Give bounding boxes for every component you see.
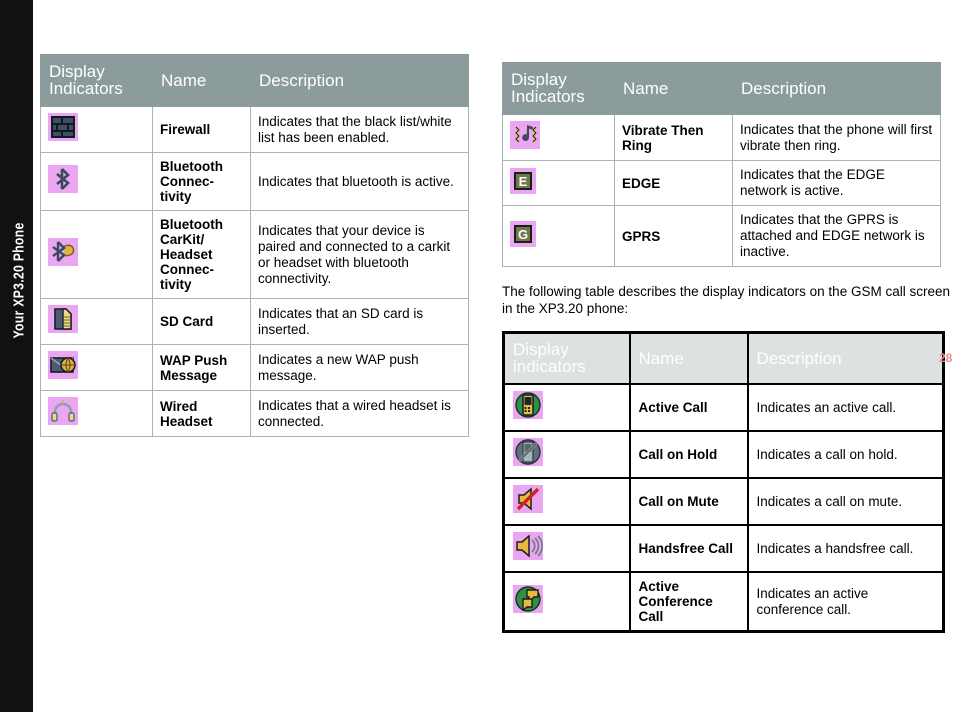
indicator-name: WAP Push Message — [152, 344, 251, 391]
indicator-name: Call on Mute — [628, 477, 749, 526]
display-indicators-table-right-top: Display Indicators Name Description Vibr… — [502, 62, 941, 267]
table-row: SD Card Indicates that an SD card is ins… — [40, 298, 469, 345]
table-row: Vibrate Then Ring Indicates that the pho… — [502, 114, 941, 161]
call-on-hold-icon — [513, 438, 543, 466]
indicator-name: Call on Hold — [628, 430, 749, 479]
active-call-icon — [513, 391, 543, 419]
indicator-icon-cell — [40, 390, 153, 437]
bluetooth-carkit-headset-icon — [48, 238, 78, 266]
header-name: Name — [614, 62, 733, 115]
header-name: Name — [628, 331, 749, 385]
wired-headset-icon — [48, 397, 78, 425]
indicator-name: EDGE — [614, 160, 733, 206]
wap-push-message-icon — [48, 351, 78, 379]
indicator-description: Indicates that the EDGE network is activ… — [732, 160, 941, 206]
indicator-name: Active Call — [628, 383, 749, 432]
table-row: Handsfree Call Indicates a handsfree cal… — [502, 524, 945, 573]
svg-text:E: E — [519, 174, 528, 189]
indicator-icon-cell — [40, 344, 153, 391]
indicator-description: Indicates a call on mute. — [746, 477, 945, 526]
gsm-call-indicators-table: Display indicators Name Description Acti… — [502, 331, 945, 633]
indicator-icon-cell — [502, 430, 631, 479]
display-indicators-table-left: Display Indicators Name Description Fire… — [40, 54, 469, 437]
indicator-description: Indicates that the black list/white list… — [250, 106, 469, 153]
header-display-line1: Display — [513, 340, 569, 359]
indicator-icon-cell: E — [502, 160, 615, 206]
header-display-indicators: Display Indicators — [502, 62, 615, 115]
table-row: Bluetooth CarKit/ Headset Connec-tivity … — [40, 210, 469, 299]
indicator-icon-cell — [502, 571, 631, 633]
indicator-name: Bluetooth CarKit/ Headset Connec-tivity — [152, 210, 251, 299]
svg-text:G: G — [518, 227, 528, 242]
indicator-name: Vibrate Then Ring — [614, 114, 733, 161]
header-description: Description — [746, 331, 945, 385]
gprs-icon: G — [510, 220, 536, 247]
table-header-row: Display Indicators Name Description — [502, 62, 941, 115]
table-row: Call on Hold Indicates a call on hold. — [502, 430, 945, 479]
table-row: WAP Push Message Indicates a new WAP pus… — [40, 344, 469, 391]
indicator-name: Wired Headset — [152, 390, 251, 437]
indicator-name: Active Conference Call — [628, 571, 749, 633]
header-description: Description — [732, 62, 941, 115]
sd-card-icon — [48, 305, 78, 333]
table-row: Call on Mute Indicates a call on mute. — [502, 477, 945, 526]
indicator-description: Indicates that the phone will first vibr… — [732, 114, 941, 161]
bluetooth-icon — [48, 165, 78, 193]
table-row: Active Conference Call Indicates an acti… — [502, 571, 945, 633]
indicator-name: SD Card — [152, 298, 251, 345]
table-row: Active Call Indicates an active call. — [502, 383, 945, 432]
indicator-name: Firewall — [152, 106, 251, 153]
indicator-icon-cell — [502, 383, 631, 432]
sidebar-chapter-label: Your XP3.20 Phone — [10, 222, 28, 339]
indicator-description: Indicates an active call. — [746, 383, 945, 432]
header-display-line2: Indicators — [49, 79, 123, 98]
page-number: 28 — [939, 351, 953, 365]
header-display-indicators: Display Indicators — [40, 54, 153, 107]
indicator-icon-cell — [40, 152, 153, 211]
indicator-icon-cell — [40, 298, 153, 345]
header-display-indicators: Display indicators — [502, 331, 631, 385]
firewall-icon — [48, 113, 78, 141]
indicator-name: GPRS — [614, 205, 733, 267]
table-row: Firewall Indicates that the black list/w… — [40, 106, 469, 153]
indicator-description: Indicates that your device is paired and… — [250, 210, 469, 299]
header-display-line2: Indicators — [511, 87, 585, 106]
indicator-icon-cell — [502, 524, 631, 573]
indicator-description: Indicates that bluetooth is active. — [250, 152, 469, 211]
call-on-mute-icon — [513, 485, 543, 513]
indicator-icon-cell — [40, 106, 153, 153]
indicator-name: Bluetooth Connec-tivity — [152, 152, 251, 211]
table-row: E EDGE Indicates that the EDGE network i… — [502, 160, 941, 206]
table-row: Wired Headset Indicates that a wired hea… — [40, 390, 469, 437]
table-row: G GPRS Indicates that the GPRS is attach… — [502, 205, 941, 267]
header-display-line1: Display — [49, 62, 105, 81]
indicator-icon-cell — [40, 210, 153, 299]
left-sidebar-rail: Your XP3.20 Phone — [0, 0, 33, 712]
indicator-description: Indicates an active conference call. — [746, 571, 945, 633]
indicator-description: Indicates that an SD card is inserted. — [250, 298, 469, 345]
header-display-line2: indicators — [513, 357, 586, 376]
active-conference-call-icon — [513, 585, 543, 613]
handsfree-call-icon — [513, 532, 543, 560]
vibrate-then-ring-icon — [510, 121, 540, 149]
table-header-row: Display Indicators Name Description — [40, 54, 469, 107]
header-display-line1: Display — [511, 70, 567, 89]
indicator-description: Indicates a handsfree call. — [746, 524, 945, 573]
indicator-name: Handsfree Call — [628, 524, 749, 573]
table-row: Bluetooth Connec-tivity Indicates that b… — [40, 152, 469, 211]
header-description: Description — [250, 54, 469, 107]
table-header-row: Display indicators Name Description — [502, 331, 945, 385]
header-name: Name — [152, 54, 251, 107]
intro-paragraph: The following table describes the displa… — [502, 284, 950, 316]
indicator-description: Indicates that the GPRS is attached and … — [732, 205, 941, 267]
indicator-description: Indicates a new WAP push message. — [250, 344, 469, 391]
indicator-icon-cell — [502, 114, 615, 161]
indicator-icon-cell — [502, 477, 631, 526]
indicator-description: Indicates a call on hold. — [746, 430, 945, 479]
edge-icon: E — [510, 167, 536, 194]
indicator-icon-cell: G — [502, 205, 615, 267]
indicator-description: Indicates that a wired headset is connec… — [250, 390, 469, 437]
